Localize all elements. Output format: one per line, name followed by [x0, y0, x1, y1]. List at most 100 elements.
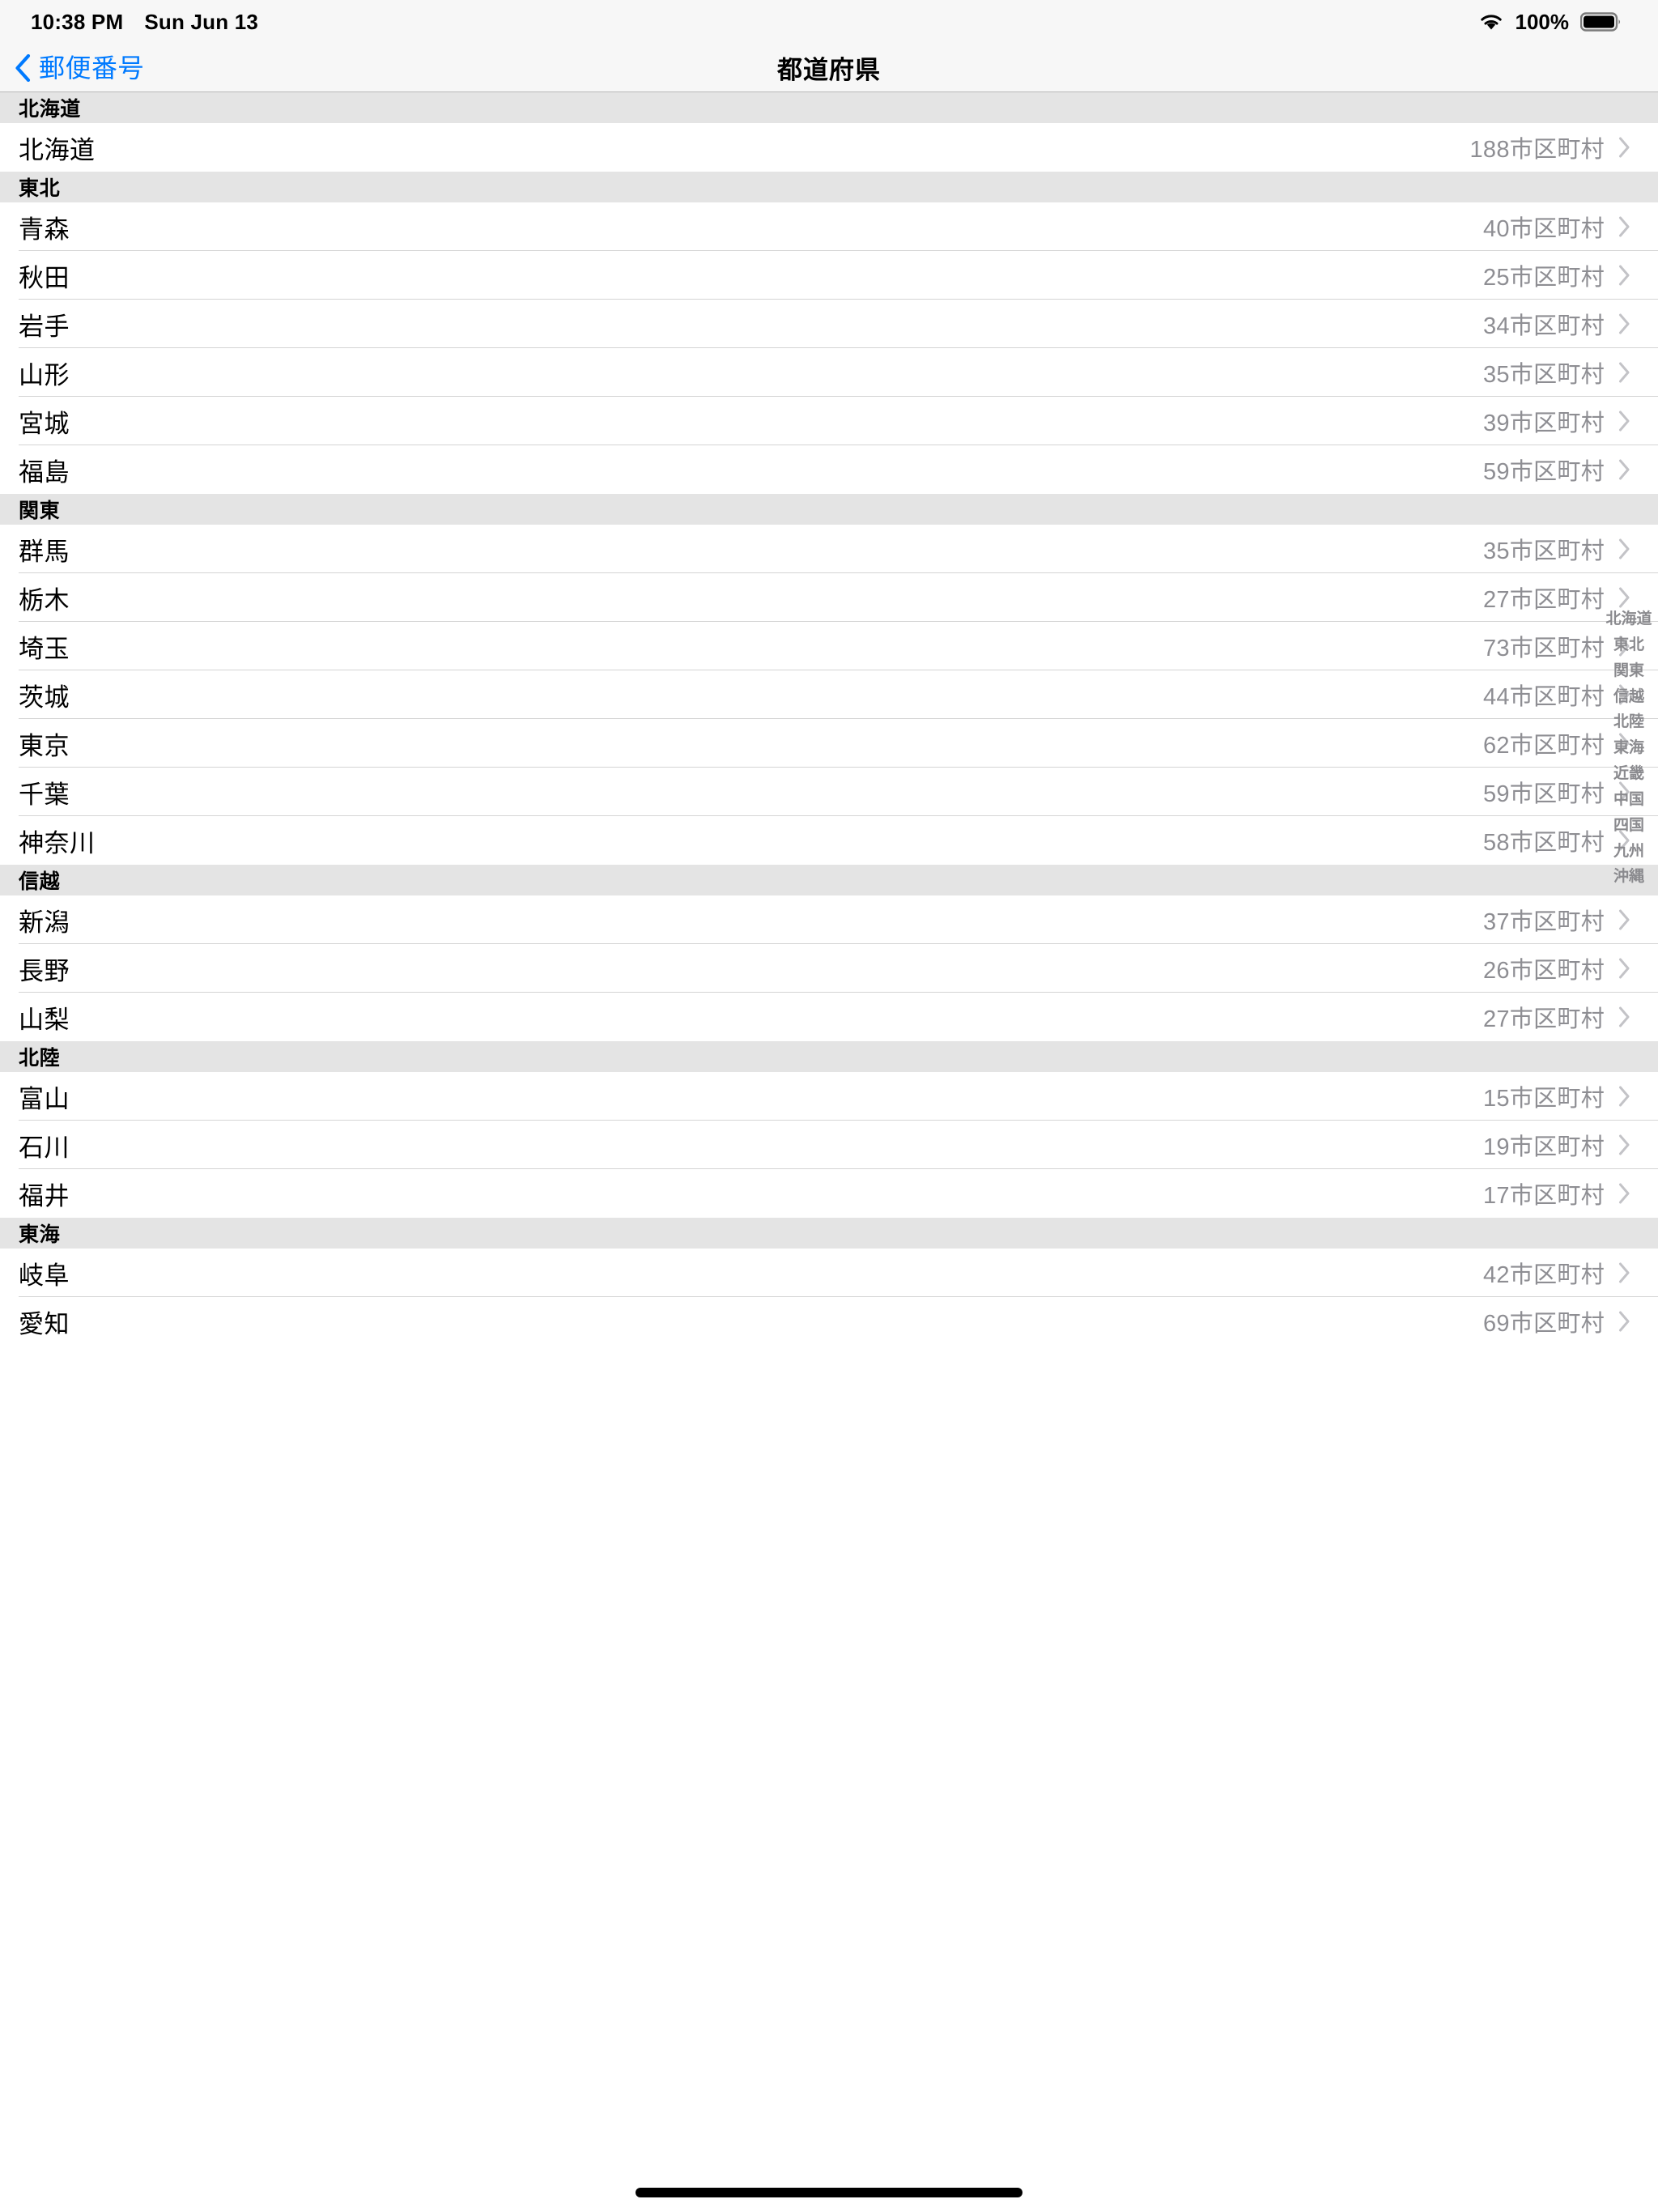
table-row[interactable]: 茨城 44市区町村	[0, 670, 1658, 719]
row-title: 福島	[19, 457, 70, 487]
row-title: 富山	[19, 1084, 70, 1113]
row-detail-label: 27市区町村	[1482, 1006, 1605, 1032]
table-row[interactable]: 群馬 35市区町村	[0, 525, 1658, 573]
prefecture-list[interactable]: 北海道 北海道 188市区町村 東北 青森 40市区町村 秋田 25市区町村 岩手 34市区町村山…	[0, 92, 1658, 2212]
table-row[interactable]: 埼玉 73市区町村	[0, 622, 1658, 670]
row-detail-label: 188市区町村	[1469, 137, 1605, 163]
chevron-right-icon	[1618, 909, 1630, 930]
row-title: 東京	[19, 731, 70, 760]
row-detail-label: 73市区町村	[1482, 636, 1605, 661]
table-row[interactable]: 岐阜 42市区町村	[0, 1249, 1658, 1297]
section-index-item[interactable]: 関東	[1613, 662, 1644, 680]
row-detail-label: 39市区町村	[1482, 410, 1605, 436]
row-detail-label: 26市区町村	[1482, 958, 1605, 984]
section-index-item[interactable]: 沖縄	[1613, 868, 1644, 886]
table-row[interactable]: 長野 26市区町村	[0, 944, 1658, 993]
chevron-right-icon	[1618, 587, 1630, 608]
table-row[interactable]: 愛知 69市区町村	[0, 1297, 1658, 1346]
table-row[interactable]: 山形 35市区町村	[0, 348, 1658, 397]
row-detail-label: 27市区町村	[1482, 587, 1605, 613]
row-title: 山梨	[19, 1005, 70, 1034]
navigation-bar: 郵便番号 都道府県	[0, 44, 1658, 92]
table-row[interactable]: 秋田 25市区町村	[0, 251, 1658, 300]
row-accessory: 59市区町村	[1483, 453, 1630, 487]
row-detail-label: 37市区町村	[1482, 909, 1605, 935]
wifi-icon	[1478, 11, 1504, 32]
section-index-item[interactable]: 近畿	[1613, 765, 1644, 783]
row-detail-label: 59市区町村	[1482, 459, 1605, 485]
table-row[interactable]: 北海道 188市区町村	[0, 123, 1658, 172]
chevron-right-icon	[1618, 410, 1630, 432]
row-detail-label: 34市区町村	[1482, 313, 1605, 339]
table-row[interactable]: 栃木 27市区町村	[0, 573, 1658, 622]
row-title: 石川	[19, 1133, 70, 1162]
list-body: 北海道 北海道 188市区町村 東北 青森 40市区町村 秋田 25市区町村 岩手 34市区町村山…	[0, 92, 1658, 1346]
row-accessory: 39市区町村	[1483, 404, 1630, 438]
row-title: 北海道	[19, 135, 96, 164]
section-header: 東海	[0, 1218, 1658, 1249]
home-indicator[interactable]	[636, 2188, 1022, 2197]
row-title: 愛知	[19, 1309, 70, 1338]
section-index-item[interactable]: 東北	[1613, 636, 1644, 654]
table-row[interactable]: 石川 19市区町村	[0, 1121, 1658, 1169]
section-index-item[interactable]: 四国	[1613, 817, 1644, 835]
battery-percent-label: 100%	[1515, 9, 1570, 34]
table-row[interactable]: 山梨 27市区町村	[0, 993, 1658, 1041]
section-header: 北海道	[0, 92, 1658, 123]
section-index-item[interactable]: 東海	[1613, 739, 1644, 757]
table-row[interactable]: 福島 59市区町村	[0, 445, 1658, 494]
section-header: 北陸	[0, 1041, 1658, 1072]
row-accessory: 17市区町村	[1483, 1176, 1630, 1210]
row-title: 千葉	[19, 780, 70, 809]
chevron-right-icon	[1618, 1183, 1630, 1204]
row-detail-label: 58市区町村	[1482, 830, 1605, 856]
row-accessory: 188市区町村	[1470, 130, 1631, 164]
table-row[interactable]: 神奈川 58市区町村	[0, 816, 1658, 865]
table-row[interactable]: 宮城 39市区町村	[0, 397, 1658, 445]
section-header: 信越	[0, 865, 1658, 895]
row-title: 岐阜	[19, 1261, 70, 1290]
chevron-right-icon	[1618, 362, 1630, 383]
row-accessory: 19市区町村	[1483, 1128, 1630, 1162]
row-accessory: 27市区町村	[1483, 581, 1630, 615]
chevron-right-icon	[1618, 265, 1630, 286]
row-accessory: 42市区町村	[1483, 1256, 1630, 1290]
table-row[interactable]: 富山 15市区町村	[0, 1072, 1658, 1121]
row-title: 青森	[19, 215, 70, 244]
section-header: 関東	[0, 494, 1658, 525]
row-detail-label: 69市区町村	[1482, 1311, 1605, 1337]
row-detail-label: 44市区町村	[1482, 684, 1605, 710]
section-index-item[interactable]: 九州	[1613, 843, 1644, 861]
section-index-item[interactable]: 北海道	[1606, 610, 1652, 628]
section-header: 東北	[0, 172, 1658, 202]
table-row[interactable]: 東京 62市区町村	[0, 719, 1658, 768]
section-index-item[interactable]: 信越	[1613, 688, 1644, 706]
chevron-right-icon	[1618, 1262, 1630, 1283]
chevron-right-icon	[1618, 216, 1630, 237]
row-title: 埼玉	[19, 634, 70, 663]
table-row[interactable]: 福井 17市区町村	[0, 1169, 1658, 1218]
row-accessory: 69市区町村	[1483, 1304, 1630, 1338]
table-row[interactable]: 新潟 37市区町村	[0, 895, 1658, 944]
battery-full-icon	[1580, 11, 1622, 32]
row-accessory: 35市区町村	[1483, 532, 1630, 566]
chevron-right-icon	[1618, 137, 1630, 158]
status-bar-left: 10:38 PM Sun Jun 13	[31, 10, 258, 35]
row-accessory: 26市区町村	[1483, 951, 1630, 985]
row-accessory: 35市区町村	[1483, 355, 1630, 389]
table-row[interactable]: 青森 40市区町村	[0, 202, 1658, 251]
table-row[interactable]: 岩手 34市区町村	[0, 300, 1658, 348]
row-title: 群馬	[19, 537, 70, 566]
row-title: 栃木	[19, 585, 70, 615]
row-title: 新潟	[19, 908, 70, 937]
section-index[interactable]: 北海道東北関東信越北陸東海近畿中国四国九州沖縄	[1606, 610, 1652, 886]
section-index-item[interactable]: 中国	[1613, 791, 1644, 809]
chevron-right-icon	[1618, 313, 1630, 334]
row-title: 宮城	[19, 409, 70, 438]
table-row[interactable]: 千葉 59市区町村	[0, 768, 1658, 816]
row-detail-label: 35市区町村	[1482, 538, 1605, 564]
section-index-item[interactable]: 北陸	[1613, 713, 1644, 731]
status-date: Sun Jun 13	[144, 9, 259, 34]
row-title: 神奈川	[19, 828, 96, 857]
chevron-right-icon	[1618, 958, 1630, 979]
